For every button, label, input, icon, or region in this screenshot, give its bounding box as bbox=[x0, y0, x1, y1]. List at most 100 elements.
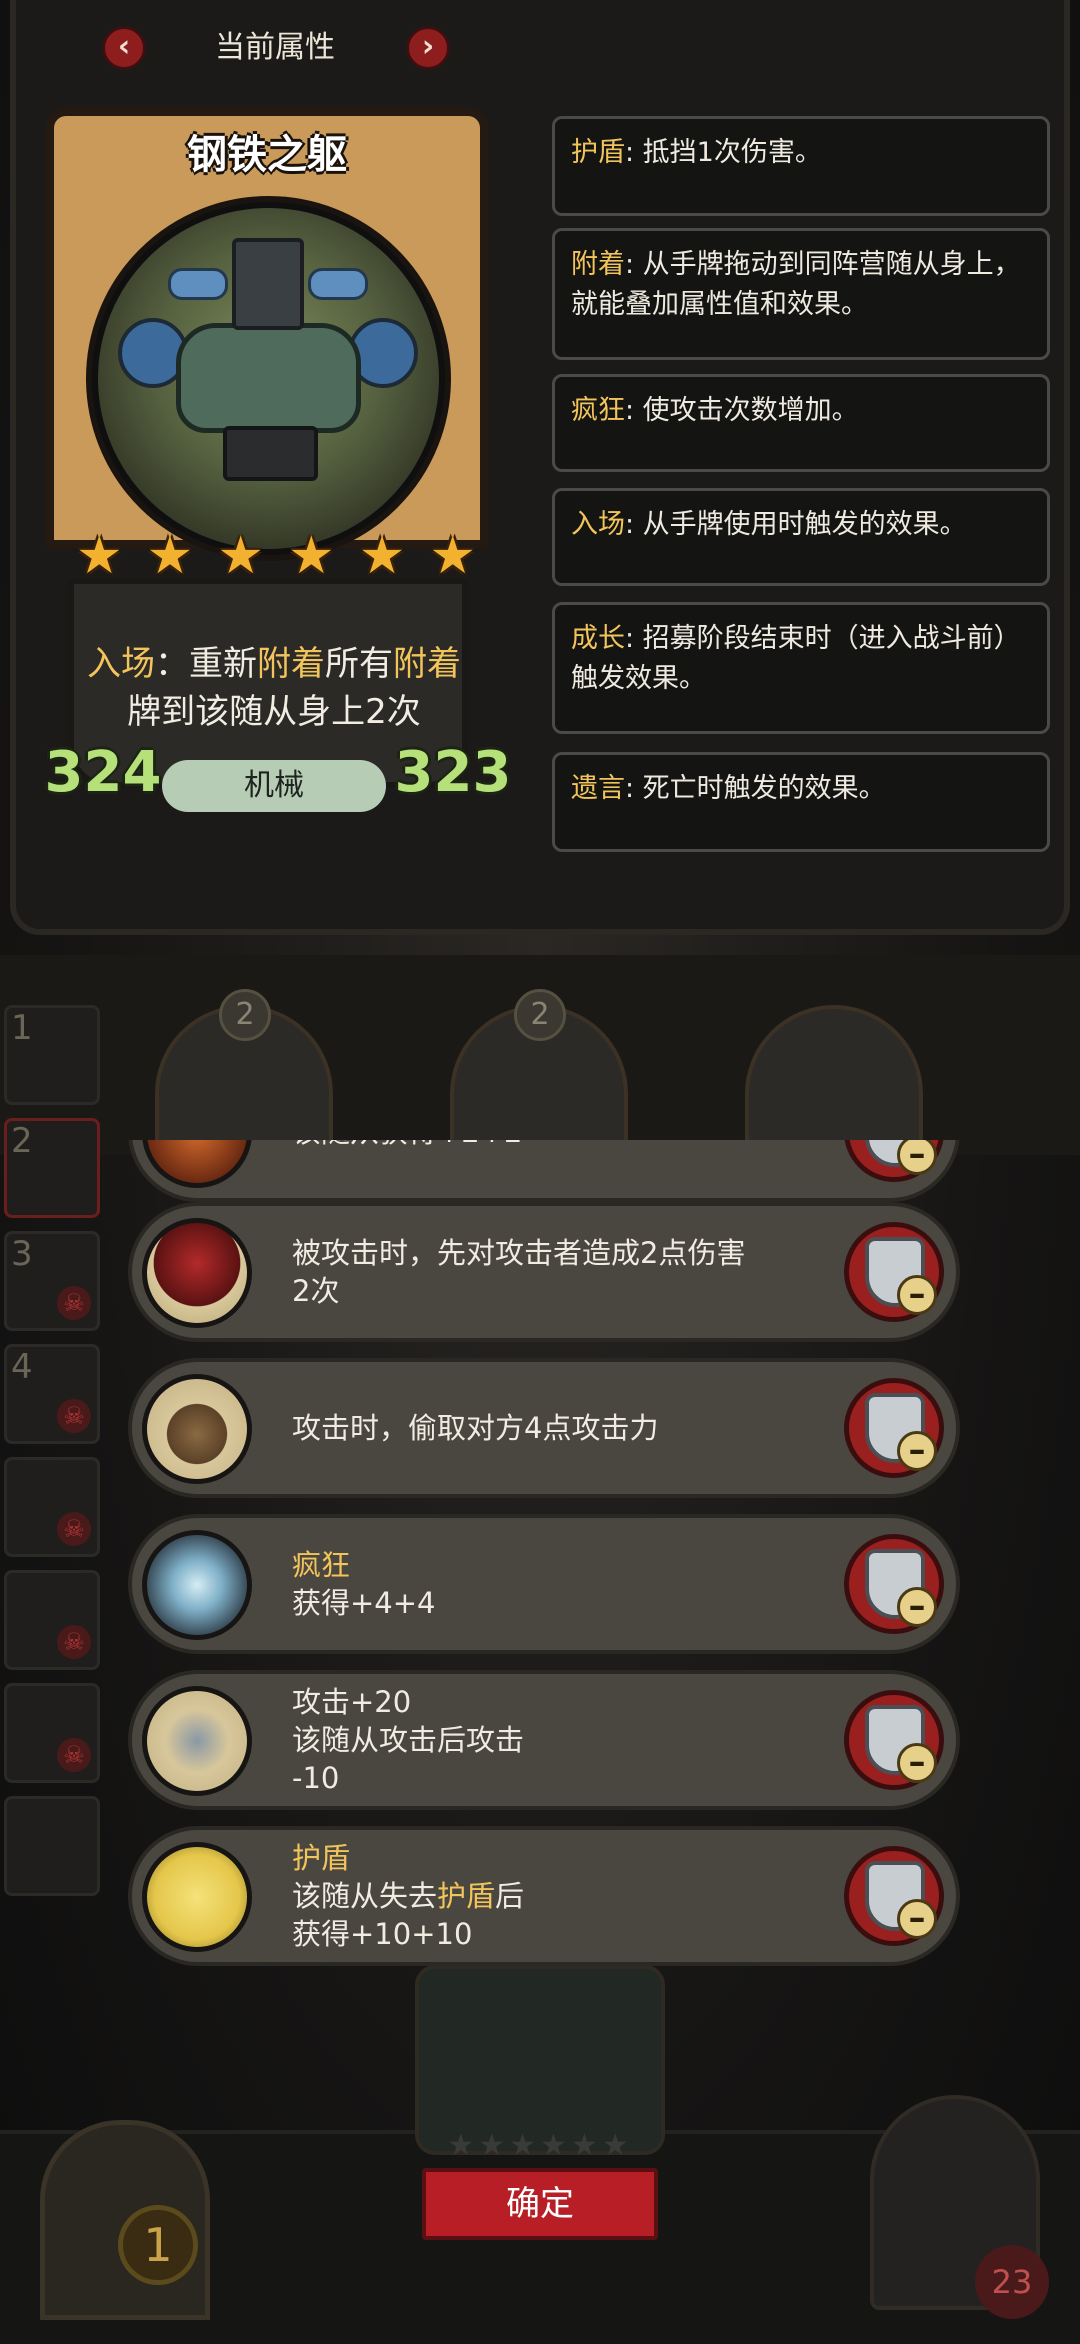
ability-text: 该随从失去 bbox=[292, 1879, 438, 1913]
ability-row: 疯狂 获得+4+4 – bbox=[128, 1514, 960, 1654]
ability-text: 获得+4+4 bbox=[292, 1586, 436, 1620]
remove-ability-button[interactable]: – bbox=[844, 1846, 944, 1946]
gold-coin: 1 bbox=[118, 2205, 198, 2285]
ability-row: 护盾 该随从失去护盾后 获得+10+10 – bbox=[128, 1826, 960, 1966]
opponent-slot[interactable]: ☠ bbox=[4, 1683, 100, 1783]
keyword-name: 护盾 bbox=[571, 137, 625, 168]
minion-level-badge: 2 bbox=[514, 989, 566, 1041]
confirm-button[interactable]: 确定 bbox=[422, 2168, 658, 2240]
ability-text: 攻击+20 bbox=[292, 1685, 412, 1719]
keyword-tooltip-deathrattle: 遗言: 死亡时触发的效果。 bbox=[552, 752, 1050, 852]
card-name: 钢铁之躯 bbox=[187, 132, 347, 178]
ability-text: 该随从获得+2+2 bbox=[292, 1140, 523, 1149]
health-value: 323 bbox=[394, 740, 512, 805]
keyword-desc: : 使攻击次数增加。 bbox=[625, 395, 859, 426]
card-ability-text: 入场：重新附着所有附着牌到该随从身上2次 bbox=[84, 640, 464, 736]
opponent-slot[interactable]: ☠ bbox=[4, 1457, 100, 1557]
iron-golem-art bbox=[98, 208, 439, 549]
opponent-slot[interactable]: 3 ☠ bbox=[4, 1231, 100, 1331]
keyword-name: 附着 bbox=[571, 249, 625, 280]
ability-description: 护盾 该随从失去护盾后 获得+10+10 bbox=[292, 1830, 782, 1962]
minus-icon: – bbox=[897, 1140, 937, 1175]
minus-icon: – bbox=[897, 1431, 937, 1471]
keyword-tooltip-attach: 附着: 从手牌拖动到同阵营随从身上，就能叠加属性值和效果。 bbox=[552, 228, 1050, 360]
keyword-desc: : 死亡时触发的效果。 bbox=[625, 773, 886, 804]
remove-ability-button[interactable]: – bbox=[844, 1222, 944, 1322]
keyword-tooltip-frenzy: 疯狂: 使攻击次数增加。 bbox=[552, 374, 1050, 472]
slot-number: 1 bbox=[11, 1008, 33, 1048]
opponent-slot[interactable] bbox=[4, 1796, 100, 1896]
remove-ability-button[interactable]: – bbox=[844, 1534, 944, 1634]
ability-text: 后 bbox=[495, 1879, 525, 1913]
ability-line: 攻击时，偷取对方4点攻击力 bbox=[292, 1409, 782, 1447]
opponent-slot[interactable]: 1 bbox=[4, 1005, 100, 1105]
ability-text: -10 bbox=[292, 1761, 340, 1795]
ability-text: 攻击时，偷取对方4点攻击力 bbox=[292, 1411, 659, 1445]
axe-hammer-icon bbox=[142, 1686, 252, 1796]
ability-row: 被攻击时，先对攻击者造成2点伤害 2次 – bbox=[128, 1202, 960, 1342]
flame-icon bbox=[142, 1140, 252, 1188]
ability-row: 攻击+20 该随从攻击后攻击 -10 – bbox=[128, 1670, 960, 1810]
minion-level-badge: 2 bbox=[219, 989, 271, 1041]
opponent-slot[interactable]: 4 ☠ bbox=[4, 1344, 100, 1444]
skull-icon: ☠ bbox=[57, 1399, 91, 1433]
ability-keyword: 附着 bbox=[257, 644, 325, 684]
page-title: 当前属性 bbox=[215, 30, 335, 65]
thief-sack-icon bbox=[142, 1374, 252, 1484]
red-hood-icon bbox=[142, 1218, 252, 1328]
ability-line: 该随从获得+2+2 bbox=[292, 1140, 782, 1151]
ability-keyword: 护盾 bbox=[292, 1841, 351, 1875]
attached-ability-list[interactable]: 该随从获得+2+2–被攻击时，先对攻击者造成2点伤害2次–攻击时，偷取对方4点攻… bbox=[128, 1140, 960, 1970]
keyword-tooltip-shield: 护盾: 抵挡1次伤害。 bbox=[552, 116, 1050, 216]
ability-keyword: 疯狂 bbox=[292, 1548, 351, 1582]
ability-line: 获得+4+4 bbox=[292, 1584, 782, 1622]
ability-line: 获得+10+10 bbox=[292, 1915, 782, 1953]
minus-icon: – bbox=[897, 1743, 937, 1783]
ability-text: 所有 bbox=[325, 644, 393, 684]
keyword-desc: : 从手牌拖动到同阵营随从身上，就能叠加属性值和效果。 bbox=[571, 249, 1021, 320]
tribe-label: 机械 bbox=[162, 760, 386, 812]
remove-ability-button[interactable]: – bbox=[844, 1378, 944, 1478]
keyword-name: 遗言 bbox=[571, 773, 625, 804]
star-icon: ★ bbox=[217, 526, 264, 586]
slot-number: 3 bbox=[11, 1234, 33, 1274]
ability-description: 攻击时，偷取对方4点攻击力 bbox=[292, 1362, 782, 1494]
ability-description: 攻击+20 该随从攻击后攻击 -10 bbox=[292, 1674, 782, 1806]
minus-icon: – bbox=[897, 1899, 937, 1939]
opponent-slot[interactable]: ☠ bbox=[4, 1570, 100, 1670]
ability-line: 被攻击时，先对攻击者造成2点伤害 bbox=[292, 1234, 782, 1272]
skull-icon: ☠ bbox=[57, 1738, 91, 1772]
ability-line: 该随从失去护盾后 bbox=[292, 1877, 782, 1915]
keyword-desc: : 抵挡1次伤害。 bbox=[625, 137, 822, 168]
ability-keyword: 附着 bbox=[393, 644, 461, 684]
star-icon: ★ bbox=[288, 526, 335, 586]
keyword-desc: : 从手牌使用时触发的效果。 bbox=[625, 509, 967, 540]
keyword-desc: : 招募阶段结束时（进入战斗前）触发效果。 bbox=[571, 623, 1021, 694]
slot-number: 2 bbox=[11, 1121, 33, 1161]
hand-card-stars: ★★★★★★ bbox=[447, 2128, 633, 2163]
next-arrow-button[interactable]: › bbox=[406, 26, 450, 70]
ability-text: 牌到该随从身上2次 bbox=[127, 692, 421, 732]
keyword-name: 入场 bbox=[571, 509, 625, 540]
remove-ability-button[interactable]: – bbox=[844, 1140, 944, 1182]
ability-line: 疯狂 bbox=[292, 1546, 782, 1584]
prev-arrow-button[interactable]: ‹ bbox=[102, 26, 146, 70]
minion-card: 钢铁之躯 入场：重新附着所有附着牌到该随从身上2次 ★ ★ ★ ★ ★ ★ 324 机械 … bbox=[38, 108, 511, 812]
ability-description: 疯狂获得+4+4 bbox=[292, 1518, 782, 1650]
star-icon: ★ bbox=[358, 526, 406, 586]
remove-ability-button[interactable]: – bbox=[844, 1690, 944, 1790]
attack-value: 324 bbox=[44, 740, 162, 805]
crystal-lightning-icon bbox=[142, 1530, 252, 1640]
lives-badge: 23 bbox=[975, 2245, 1049, 2319]
skull-icon: ☠ bbox=[57, 1512, 91, 1546]
ability-row: 该随从获得+2+2 – bbox=[128, 1140, 960, 1202]
keyword-name: 疯狂 bbox=[571, 395, 625, 426]
ability-description: 该随从获得+2+2 bbox=[292, 1140, 782, 1198]
star-icon: ★ bbox=[76, 526, 123, 586]
keyword-tooltip-battlecry: 入场: 从手牌使用时触发的效果。 bbox=[552, 488, 1050, 586]
ability-text: 被攻击时，先对攻击者造成2点伤害 bbox=[292, 1236, 746, 1270]
ability-line: 2次 bbox=[292, 1272, 782, 1310]
ability-row: 攻击时，偷取对方4点攻击力 – bbox=[128, 1358, 960, 1498]
hand-card[interactable] bbox=[415, 1965, 665, 2155]
opponent-slot[interactable]: 2 bbox=[4, 1118, 100, 1218]
